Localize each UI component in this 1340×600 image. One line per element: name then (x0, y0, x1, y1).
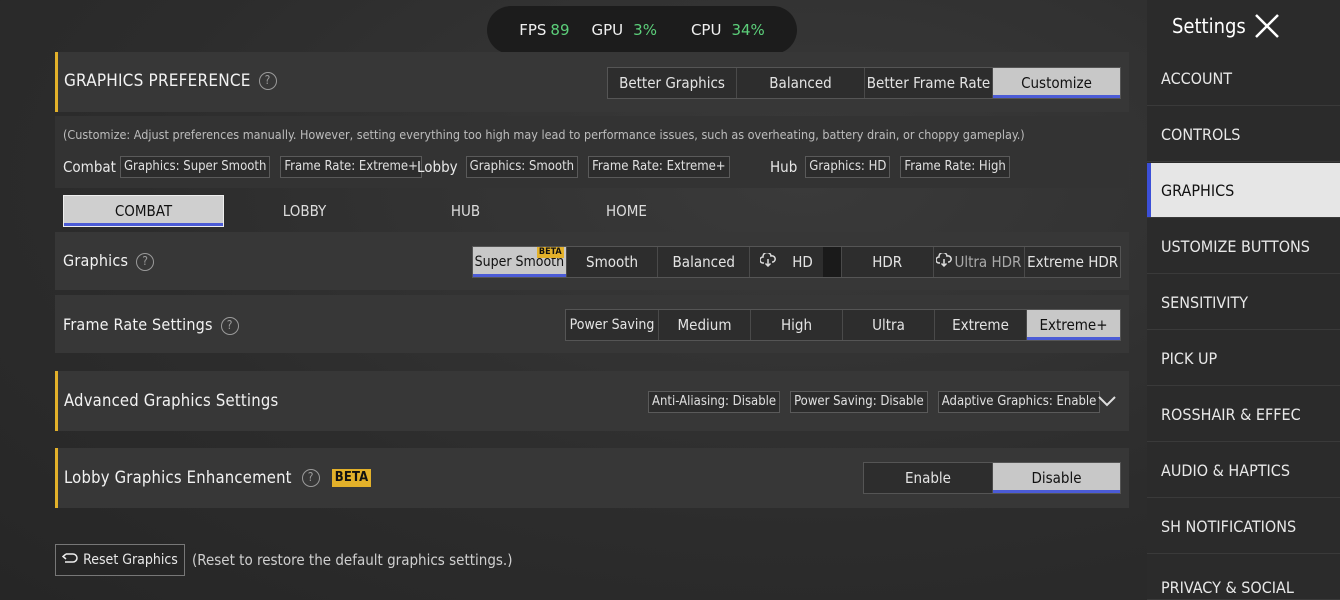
sidebar-item-audio-haptics[interactable]: AUDIO & HAPTICS (1147, 443, 1340, 498)
beta-badge: BETA (331, 468, 372, 487)
sidebar-item-account[interactable]: ACCOUNT (1147, 51, 1340, 106)
fps-extreme-plus[interactable]: Extreme+ (1026, 310, 1120, 340)
settings-title: Settings (1172, 14, 1246, 38)
advanced-summary: Anti-Aliasing: Disable Power Saving: Dis… (648, 391, 1101, 413)
sidebar-item-customize-buttons[interactable]: USTOMIZE BUTTONS (1147, 219, 1340, 274)
frame-rate-selector: Power Saving Medium High Ultra Extreme E… (565, 309, 1121, 341)
lobby-enhancement-label: Lobby Graphics Enhancement ? BETA (64, 468, 372, 487)
beta-badge: BETA (536, 247, 564, 258)
fps-ultra[interactable]: Ultra (842, 310, 934, 340)
chevron-down-icon[interactable] (1097, 393, 1117, 412)
fps-high[interactable]: High (750, 310, 842, 340)
graphics-balanced[interactable]: Balanced (657, 247, 749, 277)
graphics-super-smooth[interactable]: Super Smooth BETA (473, 247, 566, 277)
reset-graphics-button[interactable]: Reset Graphics (55, 544, 185, 576)
cloud-download-icon (935, 251, 953, 271)
preference-better-frame-rate[interactable]: Better Frame Rate (864, 68, 992, 98)
preference-better-graphics[interactable]: Better Graphics (608, 68, 736, 98)
help-icon[interactable]: ? (220, 316, 239, 335)
tab-combat[interactable]: COMBAT (63, 195, 224, 227)
customize-note: (Customize: Adjust preferences manually.… (63, 127, 1025, 142)
cloud-download-icon (759, 251, 777, 271)
undo-icon (61, 552, 78, 568)
sidebar-item-push-notifications[interactable]: SH NOTIFICATIONS (1147, 499, 1340, 554)
fps-power-saving[interactable]: Power Saving (566, 310, 658, 340)
sidebar-item-crosshair[interactable]: ROSSHAIR & EFFEC (1147, 387, 1340, 442)
graphics-quality-selector: Super Smooth BETA Smooth Balanced HD HDR… (472, 246, 1121, 278)
frame-rate-label: Frame Rate Settings? (63, 315, 239, 335)
graphics-preference-title: GRAPHICS PREFERENCE? (64, 71, 277, 91)
preference-balanced[interactable]: Balanced (736, 68, 864, 98)
reset-note: (Reset to restore the default graphics s… (192, 551, 513, 569)
fps-readout: FPS 89 (519, 21, 570, 39)
help-icon[interactable]: ? (301, 468, 320, 487)
sidebar-item-sensitivity[interactable]: SENSITIVITY (1147, 275, 1340, 330)
combat-summary: Combat Graphics: Super Smooth Frame Rate… (63, 156, 422, 178)
close-icon[interactable] (1251, 10, 1283, 42)
tab-home[interactable]: HOME (546, 195, 707, 227)
graphics-extreme-hdr[interactable]: Extreme HDR (1024, 247, 1120, 277)
enable-option[interactable]: Enable (864, 463, 992, 493)
graphics-hdr[interactable]: HDR (840, 247, 933, 277)
lobby-enhancement-toggle: Enable Disable (863, 462, 1121, 494)
sidebar-item-privacy-social[interactable]: PRIVACY & SOCIAL (1147, 555, 1340, 600)
graphics-smooth[interactable]: Smooth (565, 247, 658, 277)
help-icon[interactable]: ? (136, 252, 155, 271)
graphics-preference-selector: Better Graphics Balanced Better Frame Ra… (607, 67, 1121, 99)
mode-tabs: COMBAT LOBBY HUB HOME (63, 195, 707, 227)
help-icon[interactable]: ? (258, 72, 277, 90)
disable-option[interactable]: Disable (992, 463, 1120, 493)
hub-summary: Hub Graphics: HD Frame Rate: High (770, 156, 1010, 178)
tab-lobby[interactable]: LOBBY (224, 195, 385, 227)
fps-medium[interactable]: Medium (658, 310, 750, 340)
preference-customize[interactable]: Customize (992, 68, 1120, 98)
sidebar-item-controls[interactable]: CONTROLS (1147, 107, 1340, 162)
gpu-readout: GPU 3% (591, 21, 657, 39)
performance-overlay: FPS 89 GPU 3% CPU 34% (487, 6, 797, 54)
cpu-readout: CPU 34% (690, 21, 765, 39)
sidebar-item-graphics[interactable]: GRAPHICS (1147, 163, 1340, 218)
graphics-ultra-hdr[interactable]: Ultra HDR (932, 247, 1025, 277)
graphics-hd[interactable]: HD (749, 247, 841, 277)
tab-hub[interactable]: HUB (385, 195, 546, 227)
sidebar-item-pick-up[interactable]: PICK UP (1147, 331, 1340, 386)
lobby-summary: Lobby Graphics: Smooth Frame Rate: Extre… (417, 156, 730, 178)
fps-extreme[interactable]: Extreme (934, 310, 1026, 340)
advanced-graphics-label: Advanced Graphics Settings (64, 391, 279, 410)
graphics-label: Graphics? (63, 251, 155, 271)
